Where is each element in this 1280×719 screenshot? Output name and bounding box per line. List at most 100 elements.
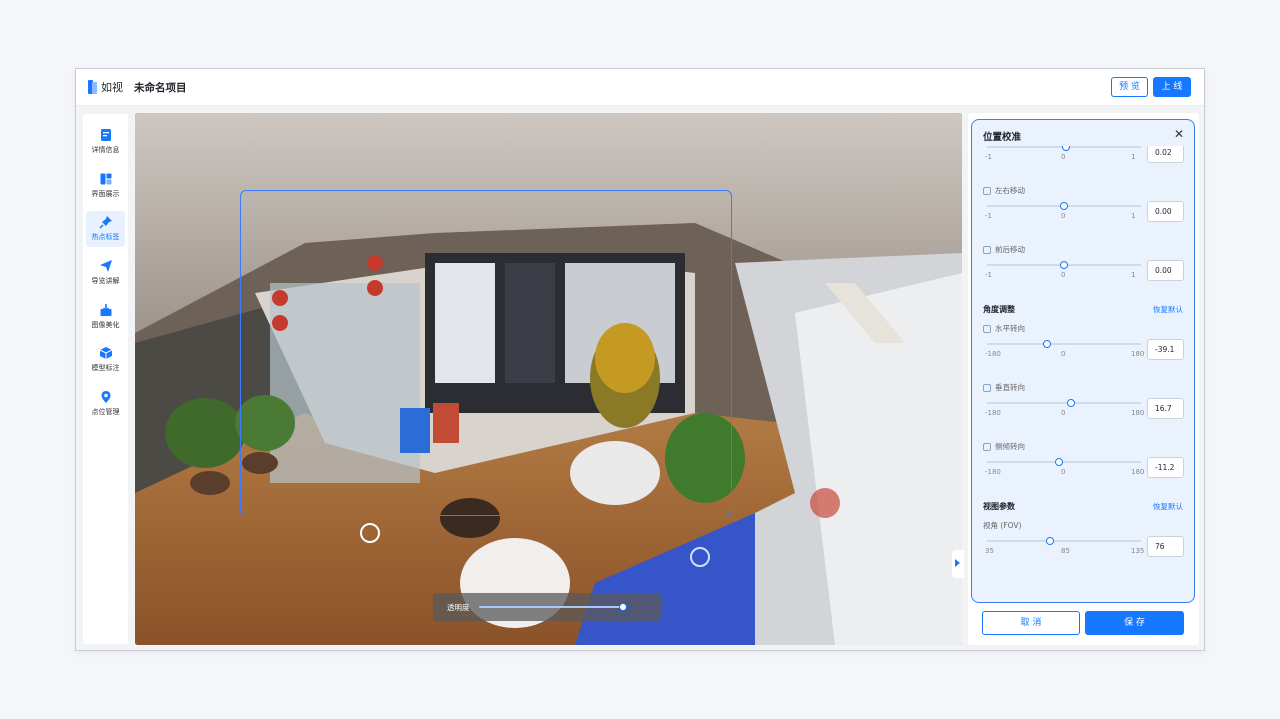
slider-value-input[interactable]: 16.7: [1147, 398, 1184, 419]
slider-value-input[interactable]: 0.00: [1147, 260, 1184, 281]
axis-icon: [983, 186, 991, 195]
send-icon: [99, 260, 112, 272]
slider-label: 侧倾转向: [983, 441, 1025, 452]
slider-thumb[interactable]: [1043, 339, 1052, 348]
opacity-label: 透明度: [447, 603, 470, 612]
sidebar: 详情信息 界面展示 热点标签 导览讲解 图像美化 模型标注 点位管理: [83, 114, 128, 644]
slider-label-text: 水平转向: [995, 324, 1025, 333]
slider-thumb[interactable]: [1060, 260, 1068, 269]
slider-track[interactable]: [987, 201, 1141, 210]
reset-default-link[interactable]: 恢复默认: [1153, 304, 1183, 315]
document-icon: [100, 129, 111, 141]
axis-icon: [983, 245, 991, 254]
preview-button[interactable]: 预 览: [1111, 77, 1148, 97]
slider-tick-max: 180: [1131, 350, 1145, 358]
opacity-slider[interactable]: [479, 603, 627, 611]
slider-track[interactable]: [987, 457, 1141, 466]
cancel-button[interactable]: 取 消: [982, 611, 1080, 635]
slider-thumb[interactable]: [1060, 201, 1068, 210]
slider-track[interactable]: [987, 146, 1141, 151]
slider-tick-min: -1: [985, 153, 992, 161]
section-heading-rotation: 角度调整: [983, 305, 1015, 314]
sidebar-item-label: 点位管理: [91, 408, 120, 416]
panel-scroll-area[interactable]: 上下移动-1010.02左右移动-1010.00前后移动-1010.00角度调整…: [972, 146, 1194, 602]
slider-track[interactable]: [987, 536, 1141, 545]
opacity-control: 透明度: [433, 593, 662, 621]
sidebar-item-label: 热点标签: [91, 233, 120, 241]
sidebar-item-hotspot[interactable]: 热点标签: [86, 211, 125, 247]
slider-tick-min: -180: [985, 409, 1001, 417]
axis-icon: [983, 442, 991, 451]
slider-label-text: 侧倾转向: [995, 442, 1025, 451]
pin-icon: [98, 216, 112, 229]
slider-tick-mid: 0: [1061, 468, 1066, 476]
slider-value-input[interactable]: 0.02: [1147, 146, 1184, 163]
location-icon: [101, 391, 110, 403]
sidebar-item-details[interactable]: 详情信息: [86, 124, 125, 160]
slider-tick-mid: 0: [1061, 212, 1066, 220]
project-title: 未命名项目: [134, 82, 187, 94]
publish-button[interactable]: 上 线: [1153, 77, 1191, 97]
slider-label: 视角 (FOV): [983, 520, 1021, 531]
slider-tick-mid: 85: [1061, 547, 1070, 555]
sidebar-item-label: 模型标注: [91, 364, 120, 372]
slider-label: 左右移动: [983, 185, 1025, 196]
slider-thumb[interactable]: [1046, 536, 1055, 545]
slider-tick-mid: 0: [1061, 271, 1066, 279]
sidebar-item-label: 详情信息: [91, 146, 120, 154]
slider-value-input[interactable]: 0.00: [1147, 201, 1184, 222]
right-panel: 位置校准 ✕ 上下移动-1010.02左右移动-1010.00前后移动-1010…: [968, 113, 1199, 645]
reset-default-link[interactable]: 恢复默认: [1153, 501, 1183, 512]
slider-tick-mid: 0: [1061, 153, 1066, 161]
slider-tick-max: 135: [1131, 547, 1145, 555]
panorama-viewer[interactable]: 透明度: [135, 113, 962, 645]
slider-label-text: 视角 (FOV): [983, 521, 1022, 530]
axis-icon: [983, 383, 991, 392]
slider-track[interactable]: [987, 339, 1141, 348]
opacity-slider-thumb[interactable]: [619, 603, 627, 611]
sidebar-item-image-enhance[interactable]: 图像美化: [86, 299, 125, 335]
slider-value-input[interactable]: -39.1: [1147, 339, 1184, 360]
app-window: 如视 未命名项目 预 览 上 线 详情信息 界面展示 热点标签 导览讲解 图像美…: [75, 68, 1205, 651]
panel-collapse-toggle[interactable]: [952, 550, 964, 578]
sidebar-item-location[interactable]: 点位管理: [86, 386, 125, 422]
slider-track[interactable]: [987, 398, 1141, 407]
slider-thumb[interactable]: [1055, 457, 1064, 466]
slider-thumb[interactable]: [1067, 398, 1076, 407]
image-enhance-icon: [100, 304, 111, 316]
slider-tick-min: 35: [985, 547, 994, 555]
axis-icon: [983, 324, 991, 333]
slider-tick-max: 180: [1131, 409, 1145, 417]
cube-icon: [99, 347, 112, 359]
slider-track[interactable]: [987, 260, 1141, 269]
app-logo[interactable]: 如视: [88, 79, 123, 95]
slider-tick-min: -180: [985, 350, 1001, 358]
sidebar-item-label: 界面展示: [91, 190, 120, 198]
save-button[interactable]: 保 存: [1085, 611, 1184, 635]
close-icon[interactable]: ✕: [1174, 128, 1184, 140]
logo-text: 如视: [101, 81, 123, 94]
slider-value-input[interactable]: 76: [1147, 536, 1184, 557]
slider-label-text: 垂直转向: [995, 383, 1025, 392]
sidebar-item-guide[interactable]: 导览讲解: [86, 255, 125, 291]
calibration-frame[interactable]: [240, 190, 732, 516]
logo-icon: [88, 80, 97, 94]
slider-label: 前后移动: [983, 244, 1025, 255]
slider-tick-min: -1: [985, 212, 992, 220]
slider-thumb[interactable]: [1061, 146, 1070, 151]
sidebar-item-model-annotate[interactable]: 模型标注: [86, 342, 125, 378]
sidebar-item-label: 图像美化: [91, 321, 120, 329]
slider-label-text: 左右移动: [995, 186, 1025, 195]
sidebar-item-layout[interactable]: 界面展示: [86, 168, 125, 204]
slider-tick-max: 1: [1131, 212, 1136, 220]
section-heading-view: 视图参数: [983, 502, 1015, 511]
slider-tick-mid: 0: [1061, 409, 1066, 417]
slider-tick-mid: 0: [1061, 350, 1066, 358]
slider-tick-min: -180: [985, 468, 1001, 476]
panel-title: 位置校准: [983, 132, 1022, 143]
slider-tick-max: 1: [1131, 271, 1136, 279]
slider-value-input[interactable]: -11.2: [1147, 457, 1184, 478]
slider-label: 垂直转向: [983, 382, 1025, 393]
slider-label: 水平转向: [983, 323, 1025, 334]
slider-tick-max: 1: [1131, 153, 1136, 161]
